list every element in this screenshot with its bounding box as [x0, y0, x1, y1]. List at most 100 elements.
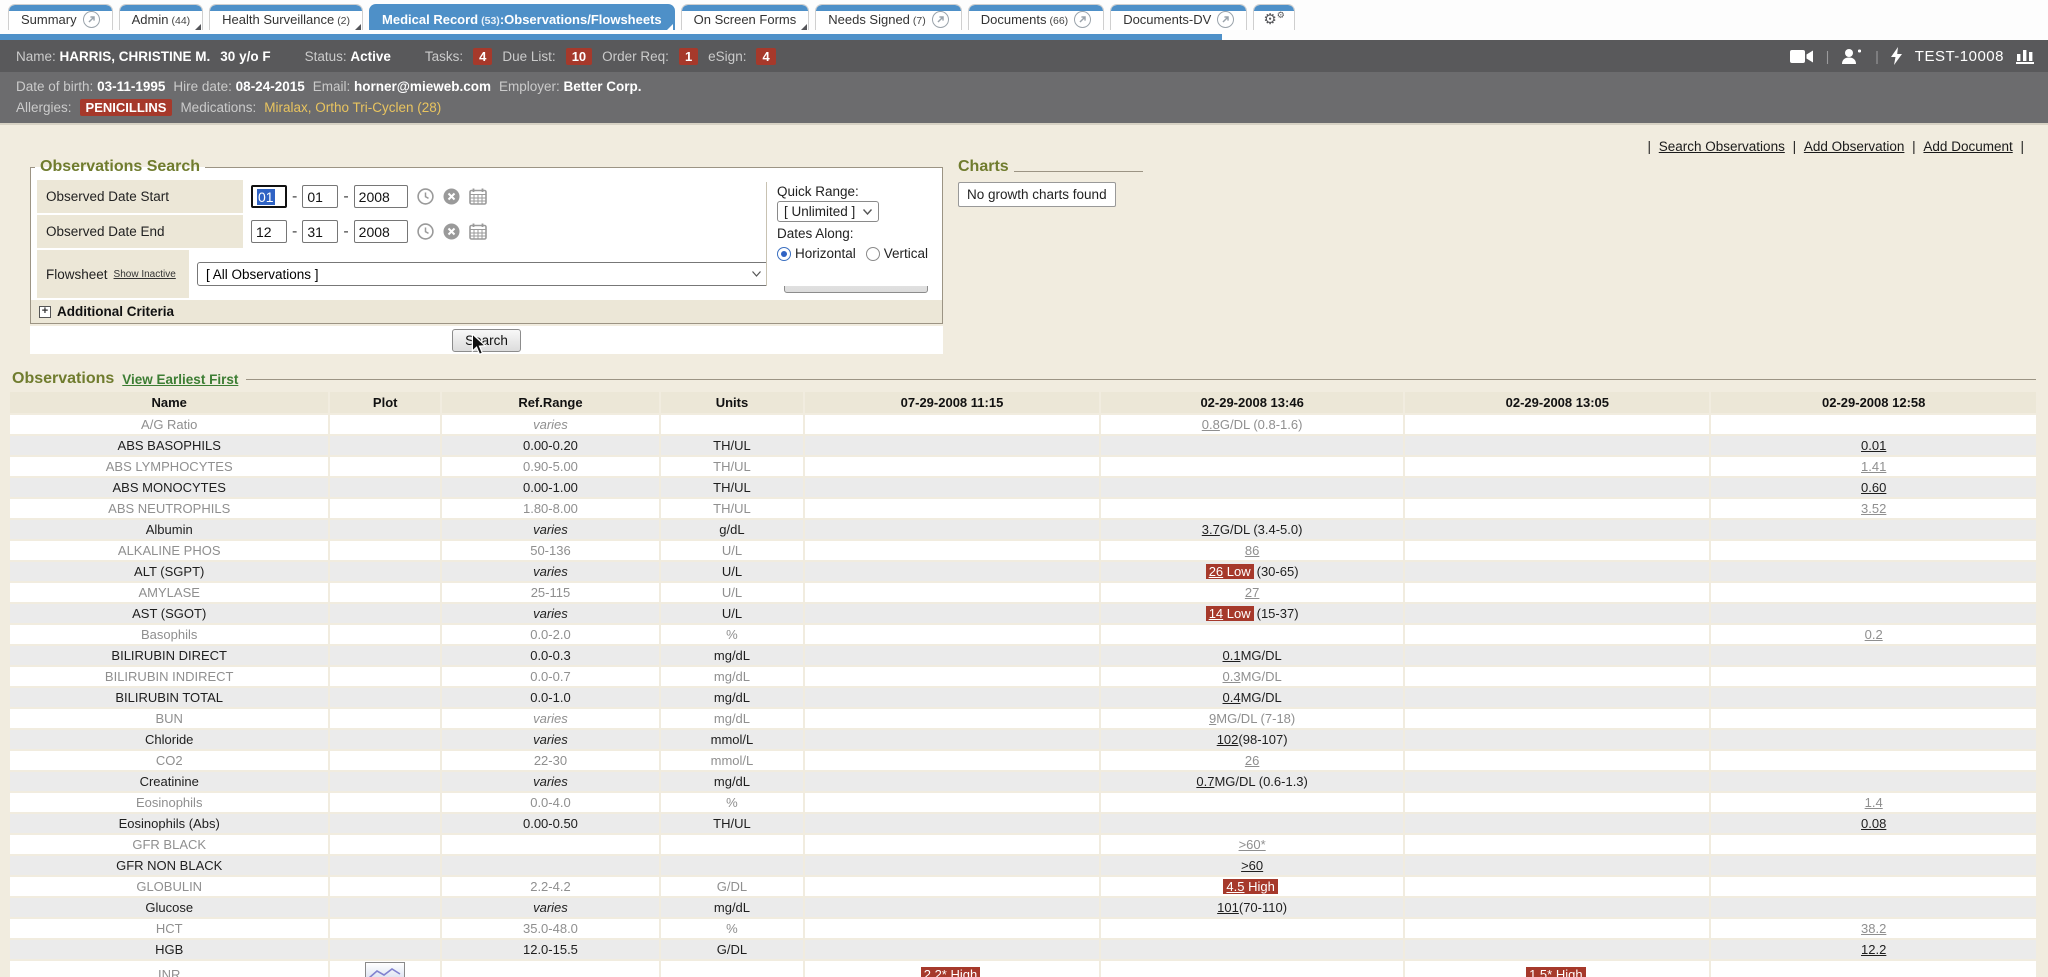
start-clear-icon[interactable] — [443, 188, 460, 205]
end-month-input[interactable]: 12 — [251, 220, 287, 243]
tab-documents-dv[interactable]: Documents-DV — [1110, 4, 1247, 30]
popout-icon[interactable] — [1217, 11, 1234, 28]
search-observations-link[interactable]: Search Observations — [1659, 139, 1785, 154]
observation-value-link[interactable]: 0.4 — [1223, 690, 1241, 705]
observation-value-link[interactable]: >60 — [1241, 858, 1263, 873]
allergy-penicillins-badge[interactable]: PENICILLINS — [80, 99, 173, 116]
observation-value-link[interactable]: 12.2 — [1861, 942, 1886, 957]
view-earliest-first-link[interactable]: View Earliest First — [122, 372, 238, 387]
flowsheet-select[interactable]: [ All Observations ] — [197, 262, 770, 286]
start-time-clock-icon[interactable] — [417, 188, 434, 205]
popout-icon[interactable] — [83, 11, 100, 28]
observation-value-link[interactable]: 102 — [1217, 732, 1239, 747]
observation-value-link[interactable]: 0.3 — [1223, 669, 1241, 684]
end-time-clock-icon[interactable] — [417, 223, 434, 240]
end-year-input[interactable]: 2008 — [354, 220, 408, 243]
observation-value-link[interactable]: 38.2 — [1861, 921, 1886, 936]
observation-value-link[interactable]: 1.5* — [1529, 967, 1552, 977]
observation-value-link[interactable]: 86 — [1245, 543, 1259, 558]
ref-range: 1.80-8.00 — [442, 499, 661, 518]
end-clear-icon[interactable] — [443, 223, 460, 240]
obs-name: AST (SGOT) — [10, 604, 330, 623]
value-cell — [805, 478, 1101, 497]
esign-label: eSign: — [708, 49, 746, 64]
tab-documents[interactable]: Documents(66) — [968, 4, 1104, 30]
order-req-count-badge[interactable]: 1 — [679, 48, 698, 65]
video-call-icon[interactable] — [1790, 49, 1814, 64]
dates-along-vertical-radio[interactable] — [866, 247, 880, 261]
plot-cell — [330, 772, 442, 791]
end-day-input[interactable]: 31 — [302, 220, 338, 243]
observation-value-link[interactable]: 101 — [1217, 900, 1239, 915]
add-document-link[interactable]: Add Document — [1923, 139, 2012, 154]
tab-medical-record[interactable]: Medical Record(53):Observations/Flowshee… — [369, 4, 675, 30]
units: G/DL — [661, 877, 805, 896]
add-person-icon[interactable] — [1841, 48, 1863, 65]
dates-along-horizontal-radio[interactable] — [777, 247, 791, 261]
value-cell — [1405, 625, 1711, 644]
tab-on-screen-forms[interactable]: On Screen Forms — [681, 4, 810, 30]
observation-value-link[interactable]: 27 — [1245, 585, 1259, 600]
quick-action-bolt-icon[interactable] — [1891, 47, 1903, 65]
tab-summary[interactable]: Summary — [8, 4, 113, 30]
ref-range: 2.2-4.2 — [442, 877, 661, 896]
search-button[interactable]: Search — [452, 329, 521, 352]
observation-value-link[interactable]: 26 — [1245, 753, 1259, 768]
observation-value-link[interactable]: 14 — [1209, 606, 1223, 621]
value-cell — [805, 835, 1101, 854]
observation-value-link[interactable]: 9 — [1209, 711, 1216, 726]
additional-criteria-row[interactable]: + Additional Criteria — [31, 300, 942, 323]
observations-header: Observations View Earliest First — [12, 370, 2038, 388]
value-cell: 12.2 — [1711, 940, 2038, 959]
observation-value-link[interactable]: 0.08 — [1861, 816, 1886, 831]
observation-value-link[interactable]: 3.52 — [1861, 501, 1886, 516]
tab-settings-gear[interactable]: ⚙⚙ — [1253, 4, 1295, 30]
observation-value-link[interactable]: 0.60 — [1861, 480, 1886, 495]
observation-value-link[interactable]: 0.01 — [1861, 438, 1886, 453]
observation-value-link[interactable]: 4.5 — [1226, 879, 1244, 894]
end-calendar-icon[interactable] — [469, 223, 487, 240]
value-suffix: G/DL (0.8-1.6) — [1220, 417, 1303, 432]
observation-value-link[interactable]: 3.7 — [1202, 522, 1220, 537]
flowsheet-chart-icon[interactable] — [2016, 48, 2034, 64]
allergies-label: Allergies: — [16, 100, 72, 115]
expand-plus-icon[interactable]: + — [39, 306, 51, 318]
column-header-02-29-2008-12-58: 02-29-2008 12:58 — [1711, 392, 2038, 413]
obs-name: CO2 — [10, 751, 330, 770]
start-calendar-icon[interactable] — [469, 188, 487, 205]
obs-name: INR — [10, 961, 330, 977]
show-inactive-link[interactable]: Show Inactive — [114, 269, 176, 280]
value-cell — [1405, 688, 1711, 707]
tab-admin[interactable]: Admin(44) — [119, 4, 204, 30]
due-list-count-badge[interactable]: 10 — [566, 48, 592, 65]
observation-value-link[interactable]: >60* — [1239, 837, 1266, 852]
tasks-count-badge[interactable]: 4 — [473, 48, 492, 65]
tab-needs-signed[interactable]: Needs Signed(7) — [815, 4, 962, 30]
observation-value-link[interactable]: 0.1 — [1223, 648, 1241, 663]
medications-links[interactable]: Miralax, Ortho Tri-Cyclen (28) — [264, 100, 441, 115]
observation-value-link[interactable]: 0.8 — [1202, 417, 1220, 432]
value-cell — [805, 646, 1101, 665]
observation-value-link[interactable]: 26 — [1209, 564, 1223, 579]
observation-value-link[interactable]: 0.2 — [1865, 627, 1883, 642]
value-cell: 101 (70-110) — [1101, 898, 1405, 917]
add-observation-link[interactable]: Add Observation — [1804, 139, 1905, 154]
popout-icon[interactable] — [1074, 11, 1091, 28]
tab-health-surveillance[interactable]: Health Surveillance(2) — [209, 4, 363, 30]
popout-icon[interactable] — [932, 11, 949, 28]
esign-count-badge[interactable]: 4 — [756, 48, 775, 65]
divider: | — [2017, 139, 2024, 154]
table-row-eosinophils-abs: Eosinophils (Abs)0.00-0.50TH/UL0.08 — [10, 814, 2038, 835]
plot-sparkline-icon[interactable] — [365, 962, 405, 977]
obs-name: ALT (SGPT) — [10, 562, 330, 581]
observation-value-link[interactable]: 2.2* — [924, 967, 947, 977]
quick-range-select[interactable]: [ Unlimited ] — [777, 201, 879, 222]
start-year-input[interactable]: 2008 — [354, 185, 408, 208]
start-month-input[interactable]: 01 — [251, 185, 287, 208]
observation-value-link[interactable]: 0.7 — [1196, 774, 1214, 789]
value-cell — [805, 772, 1101, 791]
observation-value-link[interactable]: 1.4 — [1865, 795, 1883, 810]
observation-value-link[interactable]: 1.41 — [1861, 459, 1886, 474]
chevron-down-icon — [752, 271, 761, 277]
start-day-input[interactable]: 01 — [302, 185, 338, 208]
